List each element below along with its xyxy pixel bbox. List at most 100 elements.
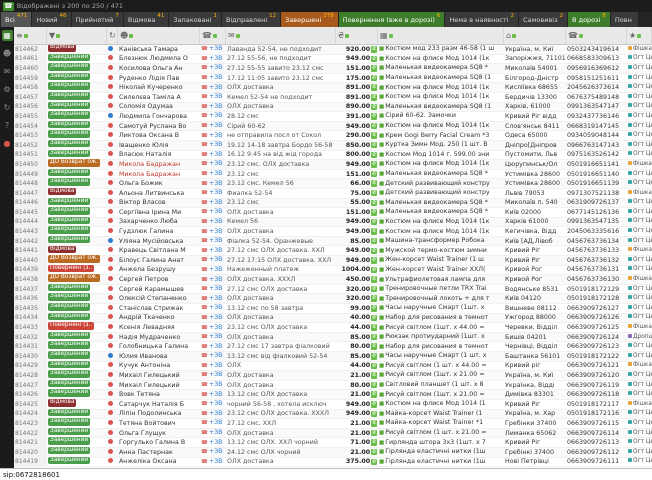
call-link[interactable]: +ЗВ [209, 419, 223, 426]
order-row[interactable]: 814446 Завершений Віктор Власов ☎+ЗВ 23.… [14, 199, 652, 209]
call-link[interactable]: +ЗВ [209, 400, 223, 407]
call-link[interactable]: +ЗВ [209, 304, 223, 311]
order-row[interactable]: 814422 Завершений Ольга Глущук ☎+ЗВ ОЛХ … [14, 429, 652, 439]
call-link[interactable]: +ЗВ [209, 391, 223, 398]
order-row[interactable]: 814419 Завершений Анжеліка Оксана ☎+ЗВ О… [14, 458, 652, 468]
order-row[interactable]: 814457 Завершений Силелєва Таміла А ☎+ЗВ… [14, 93, 652, 103]
status-tab[interactable]: Завершені 278 [281, 12, 338, 27]
customer-name[interactable]: Уліяна Мусійовська [118, 237, 200, 246]
order-row[interactable]: 814454 Завершений Самотуй Руслана Во ☎+З… [14, 122, 652, 132]
call-link[interactable]: +ЗВ [209, 371, 223, 378]
call-link[interactable]: +ЗВ [209, 237, 223, 244]
customer-name[interactable]: Косилова Ольга Ан [118, 64, 200, 73]
call-link[interactable]: +ЗВ [209, 199, 223, 206]
order-row[interactable]: 814452 Завершений Іващенко Юлія ☎+ЗВ 19.… [14, 141, 652, 151]
order-row[interactable]: 814453 Завершений Ликтова Оксана В ☎+ЗВ … [14, 131, 652, 141]
order-row[interactable]: 814444 Завершений Захарченко Люба ☎+ЗВ К… [14, 218, 652, 228]
order-row[interactable]: 814430 Завершений Юлия Иванова ☎+ЗВ 13.1… [14, 352, 652, 362]
customer-name[interactable]: Голобницька Галина [118, 342, 200, 351]
order-row[interactable]: 814423 Завершений Тетяна Войтович ☎+ЗВ 2… [14, 419, 652, 429]
order-row[interactable]: 814429 Завершений Кучук Антоніна ☎+ЗВ ОЛ… [14, 362, 652, 372]
order-row[interactable]: 814426 Завершений Вовк Тетяна ☎+ЗВ 13.12… [14, 390, 652, 400]
call-link[interactable]: +ЗВ [209, 256, 223, 263]
customer-name[interactable]: Сергей Карамышев [118, 285, 200, 294]
order-row[interactable]: 814436 Завершений Олексій Степаненко ☎+З… [14, 294, 652, 304]
column-header[interactable]: ⌂ [504, 27, 566, 44]
order-row[interactable]: 814460 Завершений Косилова Ольга Ан ☎+ЗВ… [14, 64, 652, 74]
customer-name[interactable]: Соломія Одумаа [118, 102, 200, 111]
status-tab[interactable]: Нема в наявності 2 [445, 12, 518, 27]
order-row[interactable]: 814431 Завершений Голобницька Галина ☎+З… [14, 342, 652, 352]
status-tab[interactable]: Відмова 41 [124, 12, 168, 27]
call-link[interactable]: +ЗВ [209, 276, 223, 283]
call-link[interactable]: +ЗВ [209, 84, 223, 91]
call-link[interactable]: +ЗВ [209, 458, 223, 465]
column-header[interactable]: ≡ [14, 27, 47, 44]
column-header[interactable]: ▼ [47, 27, 107, 44]
order-row[interactable]: 814435 Завершений Станіслав Стрижак ☎+ЗВ… [14, 304, 652, 314]
sidebar-icon[interactable]: ✉ [2, 66, 13, 77]
customer-name[interactable]: Білоус Галина Анат [118, 256, 200, 265]
sidebar-icon[interactable]: ⚙ [2, 84, 13, 95]
order-row[interactable]: 814428 Завершений Михаіл Гилецький ☎+ЗВ … [14, 371, 652, 381]
call-link[interactable]: +ЗВ [209, 285, 223, 292]
customer-name[interactable]: Анжеліка Оксана [118, 457, 200, 466]
order-row[interactable]: 814420 Завершений Анна Пастернак ☎+ЗВ 24… [14, 448, 652, 458]
status-tab[interactable]: Відправлені 12 [222, 12, 280, 27]
status-tab[interactable]: Всі 471 [1, 12, 31, 27]
call-link[interactable]: +ЗВ [209, 448, 223, 455]
customer-name[interactable]: Михаіл Гилецький [118, 381, 200, 390]
customer-name[interactable]: Ольга Глущук [118, 429, 200, 438]
sidebar-icon[interactable]: ▦ [2, 30, 13, 41]
call-link[interactable]: +ЗВ [209, 228, 223, 235]
customer-name[interactable]: Ксенія Левадняя [118, 323, 200, 332]
call-link[interactable]: +ЗВ [209, 410, 223, 417]
customer-name[interactable]: Надія Мудраченко [118, 333, 200, 342]
call-link[interactable]: +ЗВ [209, 333, 223, 340]
customer-name[interactable]: Михаіл Гилецький [118, 371, 200, 380]
call-link[interactable]: +ЗВ [209, 208, 223, 215]
customer-name[interactable]: Микола Бадражан [118, 170, 200, 179]
column-header[interactable]: ★ [627, 27, 652, 44]
call-link[interactable]: +ЗВ [209, 132, 223, 139]
customer-name[interactable]: Сергей Петров [118, 275, 200, 284]
call-link[interactable]: +ЗВ [209, 266, 223, 273]
customer-name[interactable]: Анна Пастернак [118, 448, 200, 457]
customer-name[interactable]: Захарченко Люба [118, 217, 200, 226]
customer-name[interactable]: Ніколай Кучеренко [118, 83, 200, 92]
call-link[interactable]: +ЗВ [209, 160, 223, 167]
status-tab[interactable]: В дорозі 8 [568, 12, 610, 27]
customer-name[interactable]: Канівська Тамара [118, 45, 200, 54]
customer-name[interactable]: Юлия Иванова [118, 352, 200, 361]
order-row[interactable]: 814455 Завершений Людмила Гончарова ☎+ЗВ… [14, 112, 652, 122]
customer-name[interactable]: Іващенко Юлія [118, 141, 200, 150]
column-header[interactable]: ✉ [226, 27, 336, 44]
customer-name[interactable]: Олексій Степаненко [118, 294, 200, 303]
order-row[interactable]: 814438 ДО Возврат ож. Сергей Петров ☎+ЗВ… [14, 275, 652, 285]
customer-name[interactable]: Вовк Тетяна [118, 390, 200, 399]
order-row[interactable]: 814441 Відмова Кравець Світлана М ☎+ЗВ 2… [14, 246, 652, 256]
order-row[interactable]: 814432 Завершений Надія Мудраченко ☎+ЗВ … [14, 333, 652, 343]
customer-name[interactable]: Людмила Гончарова [118, 112, 200, 121]
call-link[interactable]: +ЗВ [209, 352, 223, 359]
customer-name[interactable]: Тетяна Войтович [118, 419, 200, 428]
call-link[interactable]: +ЗВ [209, 429, 223, 436]
sidebar-icon[interactable]: ? [2, 120, 13, 131]
call-link[interactable]: +ЗВ [209, 381, 223, 388]
customer-name[interactable]: Силелєва Таміла А [118, 93, 200, 102]
call-link[interactable]: +ЗВ [209, 362, 223, 369]
customer-name[interactable]: Станіслав Стрижак [118, 304, 200, 313]
column-header[interactable]: ₴ [336, 27, 378, 44]
order-row[interactable]: 814458 Завершений Ніколай Кучеренко ☎+ЗВ… [14, 83, 652, 93]
status-tab[interactable]: Прийнятий 7 [72, 12, 123, 27]
order-row[interactable]: 814425 Відмова Сатарчук Наталія Б ☎+ЗВ ч… [14, 400, 652, 410]
customer-name[interactable]: Альона Литвинська [118, 189, 200, 198]
order-row[interactable]: 814442 Завершений Уліяна Мусійовська ☎+З… [14, 237, 652, 247]
order-row[interactable]: 814439 Повернені (з.. Анжела Безрушу ☎+З… [14, 266, 652, 276]
status-tab[interactable]: Самовивіз 2 [519, 12, 567, 27]
order-row[interactable]: 814421 Завершений Горгулько Галина В ☎+З… [14, 438, 652, 448]
call-link[interactable]: +ЗВ [209, 55, 223, 62]
status-tab[interactable]: Повернення (вже в дорозі) 6 [339, 12, 445, 27]
call-link[interactable]: +ЗВ [209, 314, 223, 321]
order-row[interactable]: 814433 Повернені (з.. Ксенія Левадняя ☎+… [14, 323, 652, 333]
